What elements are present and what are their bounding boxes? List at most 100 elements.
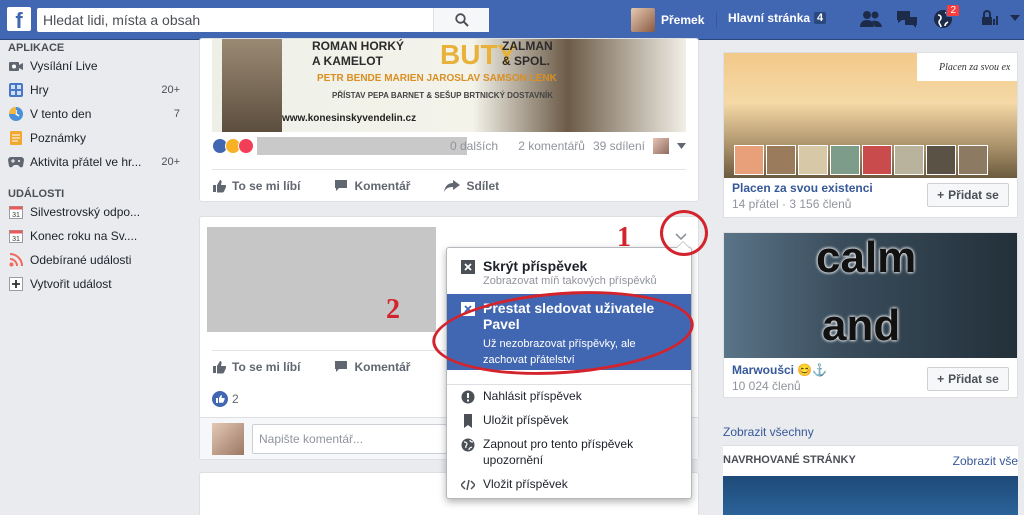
comment-button[interactable]: Komentář (334, 179, 410, 193)
facebook-logo-icon[interactable]: f (7, 7, 31, 31)
globe-icon (461, 438, 475, 452)
avatar (958, 145, 988, 175)
like-button[interactable]: To se mi líbí (212, 360, 300, 374)
member-thumbnails (734, 145, 988, 175)
notifications-button[interactable]: 2 (932, 4, 960, 30)
plus-icon: + (937, 188, 945, 202)
see-all-link[interactable]: Zobrazit vše (953, 454, 1018, 468)
hide-x-icon (461, 260, 475, 274)
sidebar-item-label: V tento den (30, 107, 92, 121)
sidebar-item-games[interactable]: Hry 20+ (0, 78, 190, 102)
annotation-circle-options (660, 210, 708, 256)
top-icons: 2 (860, 4, 960, 30)
join-group-button[interactable]: + Přidat se (927, 183, 1009, 207)
avatar (212, 423, 244, 455)
sidebar-item-label: Aktivita přátel ve hr... (30, 155, 142, 169)
others-count[interactable]: 0 dalších (450, 139, 498, 153)
sidebar-item-create-event[interactable]: Vytvořit událost (0, 272, 190, 296)
rss-icon (8, 252, 24, 268)
menu-item-label: Vložit příspěvek (483, 477, 568, 491)
comment-input[interactable] (252, 424, 447, 454)
search-input[interactable] (43, 8, 443, 32)
sidebar-item-label: Hry (30, 83, 49, 97)
comment-label: Komentář (354, 359, 411, 374)
suggested-pages: NAVRHOVANÉ STRÁNKY Zobrazit vše (723, 445, 1018, 515)
chat-icon (897, 11, 917, 28)
shares-count[interactable]: 39 sdílení (593, 139, 645, 153)
code-icon (461, 479, 475, 491)
home-link[interactable]: Hlavní stránka 4 (728, 11, 827, 25)
annotation-step-2: 2 (386, 294, 400, 325)
redacted-names (257, 137, 467, 155)
home-count-badge: 4 (814, 12, 827, 24)
sidebar-item-label: Vysílání Live (30, 59, 98, 73)
event-poster-image[interactable]: ROMAN HORKÝ A KAMELOT BUTY ZALMAN & SPOL… (212, 39, 686, 132)
avatar (631, 8, 655, 32)
menu-item-hide-post[interactable]: Skrýt příspěvek Zobrazovat míň takových … (447, 258, 691, 288)
calendar-icon: 31 (8, 228, 24, 244)
apps-section-title: APLIKACE (8, 42, 65, 54)
alert-icon (461, 390, 475, 404)
group-banner: Placen za svou ex (917, 53, 1017, 81)
group-meta: 14 přátel · 3 156 členů (732, 197, 852, 211)
annotation-step-1: 1 (617, 222, 631, 253)
join-group-button[interactable]: + Přidat se (927, 367, 1009, 391)
likes-summary[interactable]: 2 (212, 391, 239, 407)
sidebar-item-count: 7 (173, 108, 180, 120)
menu-item-turn-on-notifications[interactable]: Zapnout pro tento příspěvek upozornění (447, 436, 691, 468)
sidebar-item-event-end-of-year[interactable]: 31 Konec roku na Sv.... (0, 224, 190, 248)
sidebar-item-event-silvestr[interactable]: 31 Silvestrovský odpo... (0, 200, 190, 224)
group-cover-image[interactable]: calm and (724, 233, 1017, 358)
sidebar-item-live[interactable]: Vysílání Live (0, 54, 190, 78)
profile-link[interactable]: Přemek (631, 8, 704, 32)
share-button[interactable]: Sdílet (444, 179, 499, 193)
suggested-group-card: calm and Marwoušci 😊⚓ 10 024 členů + Při… (723, 232, 1018, 398)
top-bar: f Přemek Hlavní stránka 4 2 (0, 0, 1024, 40)
show-all-groups-link[interactable]: Zobrazit všechny (723, 425, 814, 439)
messages-button[interactable] (896, 8, 918, 30)
group-meta: 10 024 členů (732, 379, 801, 393)
menu-item-label: Nahlásit příspěvek (483, 389, 582, 403)
blurred-post-content (207, 227, 436, 332)
suggested-page-image[interactable] (723, 476, 1018, 515)
sidebar-item-count: 20+ (161, 84, 180, 96)
search-button[interactable] (433, 8, 489, 32)
friend-requests-button[interactable] (860, 8, 882, 30)
group-name-link[interactable]: Marwoušci 😊⚓ (732, 363, 827, 377)
plus-icon: + (937, 372, 945, 386)
group-cover-image[interactable]: Placen za svou ex (724, 53, 1017, 178)
avatar (926, 145, 956, 175)
comments-count[interactable]: 2 komentářů (518, 139, 585, 153)
suggested-group-card: Placen za svou ex Placen za svou existen… (723, 52, 1018, 218)
menu-item-label: Uložit příspěvek (483, 413, 569, 427)
comment-button[interactable]: Komentář (334, 360, 410, 374)
sidebar-item-label: Konec roku na Sv.... (30, 229, 138, 243)
privacy-lock-icon[interactable] (980, 10, 1000, 26)
suggested-pages-title: NAVRHOVANÉ STRÁNKY (723, 454, 856, 466)
sidebar-item-label: Poznámky (30, 131, 87, 145)
sidebar-item-label: Vytvořit událost (30, 277, 112, 291)
avatar[interactable] (653, 138, 669, 154)
chevron-down-icon[interactable] (677, 143, 686, 149)
menu-item-report-post[interactable]: Nahlásit příspěvek (447, 388, 691, 404)
avatar (734, 145, 764, 175)
sidebar-item-notes[interactable]: Poznámky (0, 126, 190, 150)
sidebar-item-label: Odebírané události (30, 253, 132, 267)
group-name-link[interactable]: Placen za svou existenci (732, 181, 873, 195)
home-label: Hlavní stránka (728, 11, 811, 25)
sidebar-item-friends-gaming[interactable]: Aktivita přátel ve hr... 20+ (0, 150, 190, 174)
menu-item-save-post[interactable]: Uložit příspěvek (447, 412, 691, 428)
avatar (766, 145, 796, 175)
menu-item-embed-post[interactable]: Vložit příspěvek (447, 476, 691, 492)
sidebar-item-subscribed-events[interactable]: Odebírané události (0, 248, 190, 272)
like-button[interactable]: To se mi líbí (212, 179, 300, 193)
svg-text:31: 31 (12, 236, 20, 243)
sidebar-item-on-this-day[interactable]: V tento den 7 (0, 102, 190, 126)
sidebar-item-label: Silvestrovský odpo... (30, 205, 141, 219)
svg-text:31: 31 (12, 212, 20, 219)
menu-item-subtitle: Zobrazovat míň takových příspěvků (483, 275, 657, 287)
like-label: To se mi líbí (232, 359, 301, 374)
games-icon (8, 82, 24, 98)
like-reaction-icon (212, 391, 228, 407)
account-menu-chevron-down-icon[interactable] (1010, 14, 1020, 22)
